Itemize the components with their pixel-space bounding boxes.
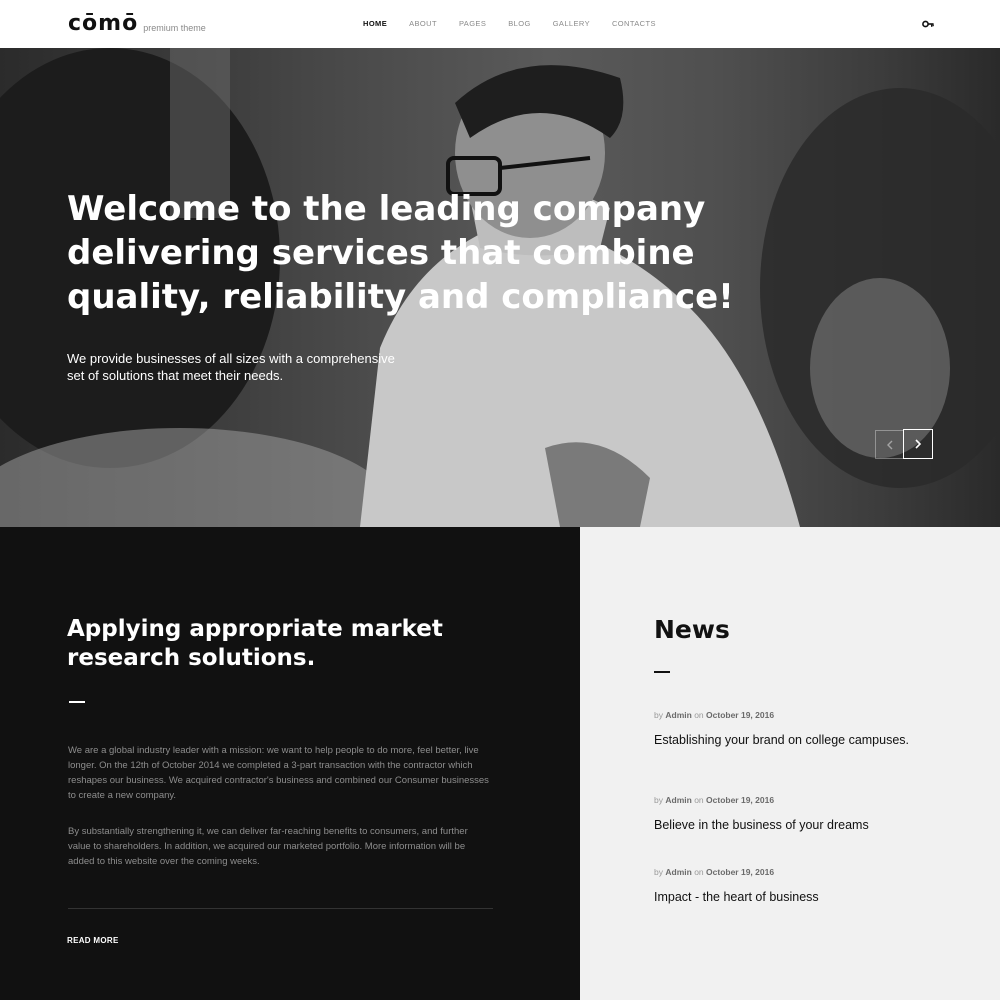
chevron-left-icon [886,440,892,449]
main-nav: HOME ABOUT PAGES BLOG GALLERY CONTACTS [363,19,678,28]
about-section: Applying appropriate market research sol… [0,527,580,1000]
news-meta: by Admin on October 19, 2016 [654,795,775,805]
logo[interactable]: cōmō premium theme [68,13,206,35]
hero-slider: Welcome to the leading company deliverin… [0,48,1000,527]
title-divider [69,701,85,703]
nav-pages[interactable]: PAGES [459,19,486,28]
news-item: by Admin on October 19, 2016 Believe in … [654,795,954,834]
hero-title: Welcome to the leading company deliverin… [67,189,734,317]
slider-prev-button[interactable] [875,430,904,459]
logo-text: cōmō [68,11,139,36]
news-date[interactable]: October 19, 2016 [706,795,774,805]
chevron-right-icon [915,439,922,449]
news-title: News [654,615,730,644]
about-paragraph-2: By substantially strengthening it, we ca… [68,826,468,867]
about-title: Applying appropriate market research sol… [67,616,443,671]
section-divider [68,908,493,909]
news-headline[interactable]: Believe in the business of your dreams [654,817,954,834]
nav-home[interactable]: HOME [363,19,387,28]
logo-tagline: premium theme [143,23,206,33]
news-item: by Admin on October 19, 2016 Establishin… [654,710,954,749]
nav-about[interactable]: ABOUT [409,19,437,28]
news-author[interactable]: Admin [665,710,691,720]
nav-gallery[interactable]: GALLERY [553,19,590,28]
news-date[interactable]: October 19, 2016 [706,710,774,720]
news-meta: by Admin on October 19, 2016 [654,710,775,720]
news-meta: by Admin on October 19, 2016 [654,867,775,877]
news-author[interactable]: Admin [665,867,691,877]
news-author[interactable]: Admin [665,795,691,805]
title-divider [654,671,670,673]
news-headline[interactable]: Impact - the heart of business [654,889,954,906]
nav-contacts[interactable]: CONTACTS [612,19,656,28]
news-date[interactable]: October 19, 2016 [706,867,774,877]
news-headline[interactable]: Establishing your brand on college campu… [654,732,954,749]
read-more-link[interactable]: READ MORE [67,936,119,945]
news-section: News by Admin on October 19, 2016 Establ… [580,527,1000,1000]
site-header: cōmō premium theme HOME ABOUT PAGES BLOG… [0,0,1000,48]
hero-subtitle: We provide businesses of all sizes with … [67,351,395,383]
slider-next-button[interactable] [903,429,933,459]
nav-blog[interactable]: BLOG [508,19,530,28]
key-icon[interactable] [922,19,934,29]
news-item: by Admin on October 19, 2016 Impact - th… [654,867,954,906]
about-paragraph-1: We are a global industry leader with a m… [68,745,489,801]
